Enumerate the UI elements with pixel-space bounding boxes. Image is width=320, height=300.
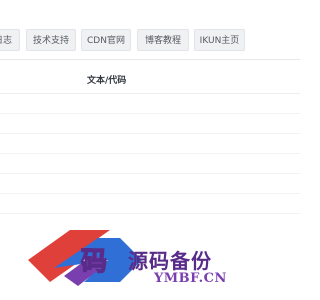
table-row[interactable] [0, 155, 300, 174]
logo-glyph: 码 [81, 247, 107, 277]
table-row[interactable] [0, 135, 300, 154]
watermark-title: 源码备份 [128, 249, 212, 273]
page: 日志 技术支持 CDN官网 博客教程 IKUN主页 文本/代码 码 源码备份 Y… [0, 0, 300, 300]
top-nav-bar: 日志 技术支持 CDN官网 博客教程 IKUN主页 [0, 0, 300, 60]
table-header: 文本/代码 [0, 66, 300, 94]
table-row[interactable] [0, 115, 300, 134]
tab-tech-support[interactable]: 技术支持 [26, 29, 76, 51]
tab-log[interactable]: 日志 [0, 29, 20, 51]
tab-cdn-site[interactable]: CDN官网 [81, 29, 131, 51]
table-row[interactable] [0, 95, 300, 114]
watermark-subtitle: YMBF.CN [154, 271, 227, 286]
tab-blog-tutorial[interactable]: 博客教程 [137, 29, 189, 51]
table-row[interactable] [0, 195, 300, 214]
tab-ikun-home[interactable]: IKUN主页 [194, 29, 245, 51]
table-row[interactable] [0, 175, 300, 194]
column-header-text-code: 文本/代码 [87, 76, 127, 86]
